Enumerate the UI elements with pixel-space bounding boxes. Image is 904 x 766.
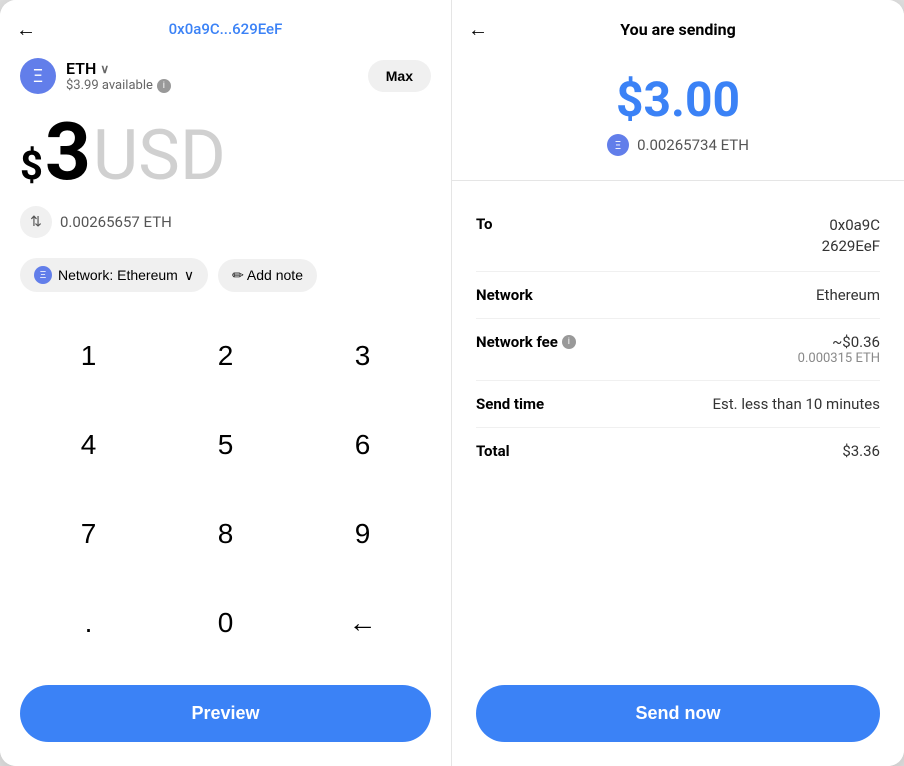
numpad-7[interactable]: 7: [20, 490, 157, 579]
address-label: 0x0a9C...629EeF: [169, 20, 283, 38]
network-fee-label: Network fee i: [476, 333, 576, 351]
eth-small-icon: Ξ: [607, 134, 629, 156]
numpad-4[interactable]: 4: [20, 401, 157, 490]
numpad-1[interactable]: 1: [20, 312, 157, 401]
numpad-9[interactable]: 9: [294, 490, 431, 579]
total-row: Total $3.36: [476, 428, 880, 474]
numpad-8[interactable]: 8: [157, 490, 294, 579]
info-icon[interactable]: i: [157, 79, 171, 93]
sending-amount-section: $3.00 Ξ 0.00265734 ETH: [452, 51, 904, 181]
total-value: $3.36: [842, 442, 880, 460]
network-chevron-icon: ∨: [184, 267, 194, 284]
sending-usd-amount: $3.00: [616, 71, 740, 128]
back-arrow-right[interactable]: ←: [468, 17, 488, 42]
numpad-0[interactable]: 0: [157, 578, 294, 667]
sending-eth-text: 0.00265734 ETH: [637, 136, 749, 154]
network-fee-usd: ~$0.36: [798, 333, 880, 351]
network-value: Ethereum: [816, 286, 880, 304]
amount-number: 3: [45, 112, 91, 192]
numpad-dot[interactable]: .: [20, 578, 157, 667]
details-section: To 0x0a9C 2629EeF Network Ethereum Netwo…: [452, 181, 904, 675]
action-row: Ξ Network: Ethereum ∨ ✏ Add note: [0, 246, 451, 304]
left-header: ← 0x0a9C...629EeF: [0, 0, 451, 50]
eth-equivalent-row[interactable]: ⇅ 0.00265657 ETH: [0, 198, 451, 246]
to-row: To 0x0a9C 2629EeF: [476, 201, 880, 272]
to-address: 0x0a9C 2629EeF: [822, 215, 880, 257]
numpad-6[interactable]: 6: [294, 401, 431, 490]
network-button[interactable]: Ξ Network: Ethereum ∨: [20, 258, 208, 292]
send-now-button[interactable]: Send now: [476, 685, 880, 742]
numpad-3[interactable]: 3: [294, 312, 431, 401]
left-panel: ← 0x0a9C...629EeF Ξ ETH ∨ $3.99 availabl…: [0, 0, 452, 766]
chevron-down-icon: ∨: [100, 62, 109, 76]
network-fee-info-icon[interactable]: i: [562, 335, 576, 349]
token-available: $3.99 available i: [66, 78, 171, 93]
send-time-row: Send time Est. less than 10 minutes: [476, 381, 880, 428]
to-label: To: [476, 215, 493, 233]
preview-button[interactable]: Preview: [20, 685, 431, 742]
dollar-sign: $: [20, 142, 43, 189]
numpad: 1 2 3 4 5 6 7 8 9 . 0 ←: [0, 304, 451, 675]
eth-amount-text: 0.00265657 ETH: [60, 213, 172, 231]
send-time-value: Est. less than 10 minutes: [712, 395, 880, 413]
total-label: Total: [476, 442, 510, 460]
amount-currency: USD: [93, 121, 226, 191]
token-info[interactable]: Ξ ETH ∨ $3.99 available i: [20, 58, 171, 94]
add-note-button[interactable]: ✏ Add note: [218, 259, 317, 292]
numpad-2[interactable]: 2: [157, 312, 294, 401]
right-header: ← You are sending: [452, 0, 904, 51]
send-time-label: Send time: [476, 395, 544, 413]
eth-logo-icon: Ξ: [20, 58, 56, 94]
swap-icon[interactable]: ⇅: [20, 206, 52, 238]
token-row: Ξ ETH ∨ $3.99 available i Max: [0, 50, 451, 102]
numpad-5[interactable]: 5: [157, 401, 294, 490]
right-title: You are sending: [620, 20, 735, 39]
token-details: ETH ∨ $3.99 available i: [66, 59, 171, 93]
max-button[interactable]: Max: [368, 60, 431, 92]
network-fee-eth: 0.000315 ETH: [798, 351, 880, 366]
sending-eth-row: Ξ 0.00265734 ETH: [607, 134, 749, 156]
right-panel: ← You are sending $3.00 Ξ 0.00265734 ETH…: [452, 0, 904, 766]
network-label: Network: [476, 286, 533, 304]
network-eth-icon: Ξ: [34, 266, 52, 284]
network-fee-values: ~$0.36 0.000315 ETH: [798, 333, 880, 366]
network-fee-row: Network fee i ~$0.36 0.000315 ETH: [476, 319, 880, 381]
token-name[interactable]: ETH ∨: [66, 59, 171, 78]
amount-display: $ 3 USD: [0, 102, 451, 198]
back-arrow-left[interactable]: ←: [16, 17, 36, 42]
network-row: Network Ethereum: [476, 272, 880, 319]
numpad-backspace[interactable]: ←: [294, 578, 431, 667]
